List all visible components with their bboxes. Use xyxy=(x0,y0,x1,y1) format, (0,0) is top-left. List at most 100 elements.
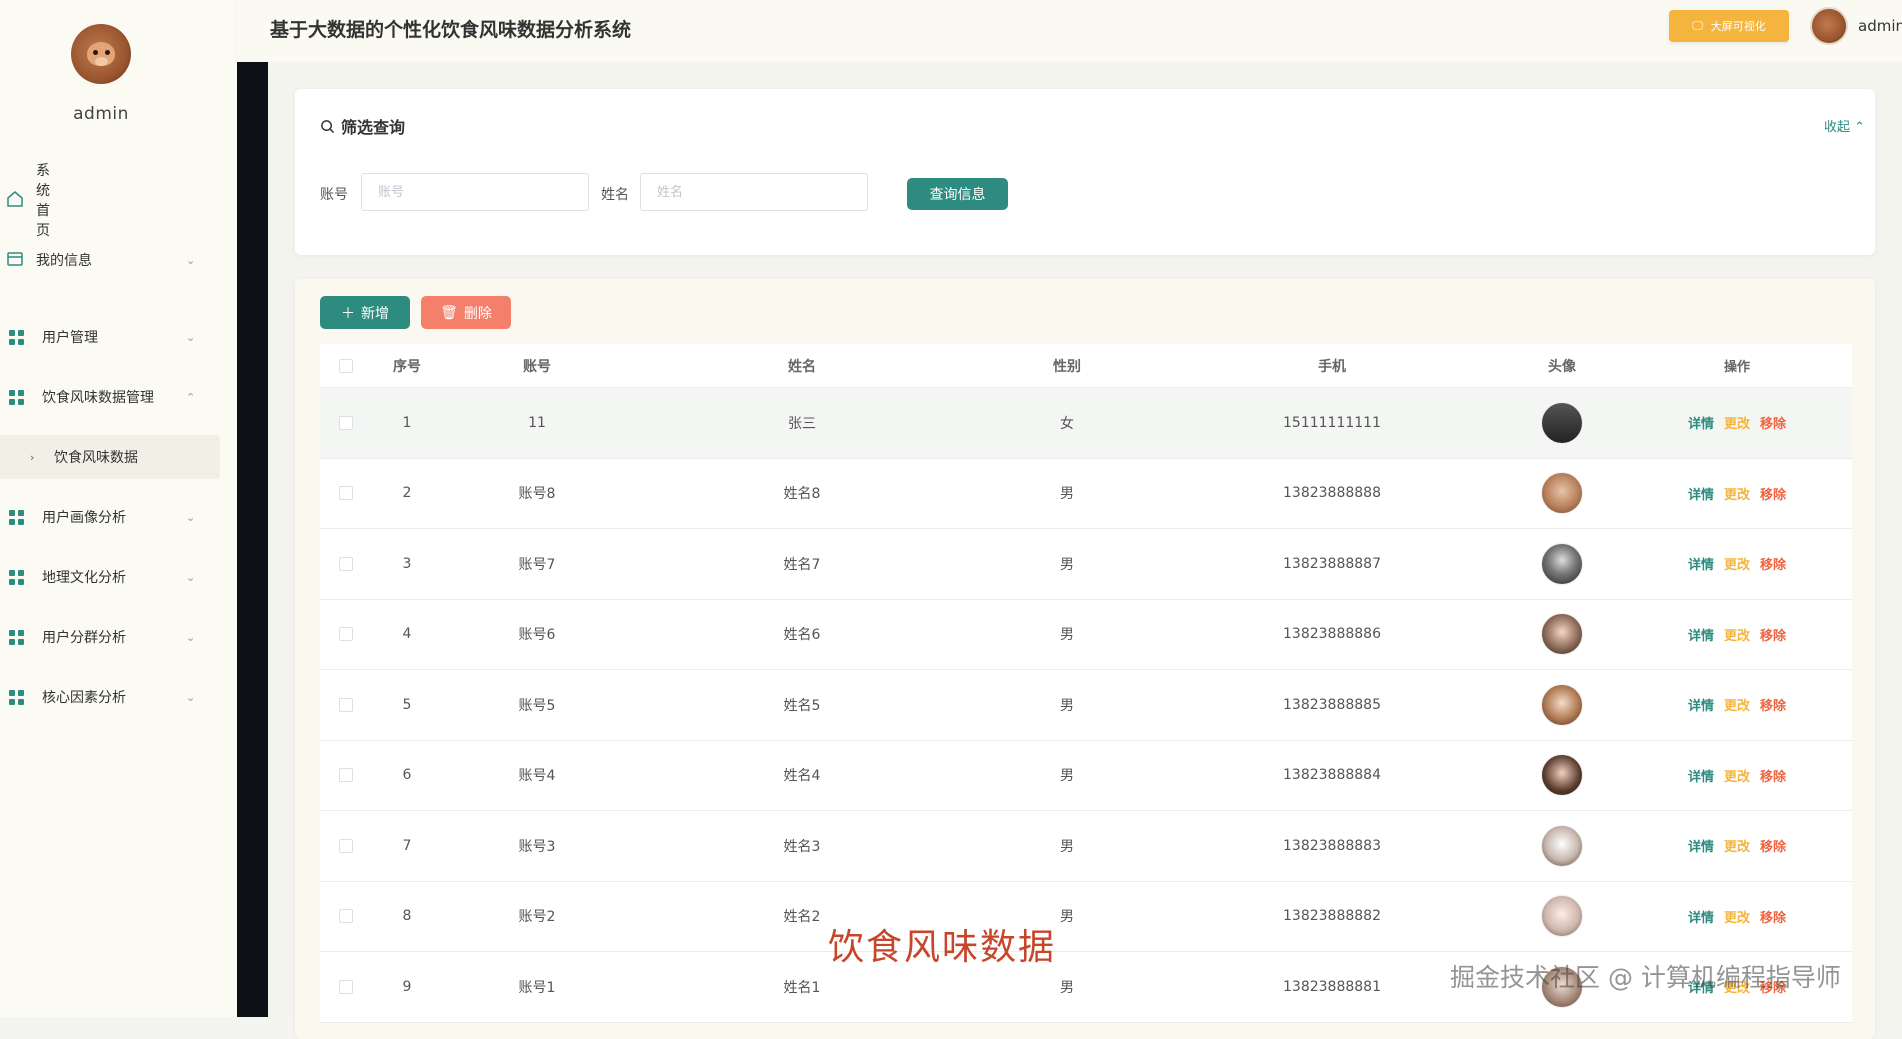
edit-link[interactable]: 更改 xyxy=(1724,766,1750,785)
table-row[interactable]: 8 账号2 姓名2 男 13823888882 详情 更改 移除 xyxy=(320,882,1852,952)
video-caption: 饮食风味数据 xyxy=(828,927,1057,968)
sidebar-item-core-factor-analysis[interactable]: 核心因素分析 ⌄ xyxy=(0,667,237,727)
column-header[interactable]: 头像 xyxy=(1502,344,1622,387)
row-sex: 男 xyxy=(1060,556,1074,573)
row-avatar-cell xyxy=(1502,388,1622,458)
row-avatar-cell xyxy=(1502,529,1622,599)
avatar[interactable] xyxy=(1541,754,1583,797)
avatar[interactable] xyxy=(1541,542,1583,585)
sidebar-item-user-segmentation[interactable]: 用户分群分析 ⌄ xyxy=(0,607,237,667)
row-checkbox[interactable] xyxy=(339,697,353,712)
collapse-toggle[interactable]: 收起 ⌃ xyxy=(1824,116,1865,135)
avatar[interactable] xyxy=(1541,895,1583,938)
main-content: 筛选查询 收起 ⌃ 账号 姓名 查询信息 ＋ 新增 🗑 删除 序号 账号 姓名 … xyxy=(268,62,1902,1039)
sidebar-item-label: 用户画像分析 xyxy=(42,510,126,526)
sidebar-item-my-info[interactable]: 我的信息 ⌄ xyxy=(0,230,237,290)
sidebar-item-geo-culture-analysis[interactable]: 地理文化分析 ⌄ xyxy=(0,547,237,607)
table-row[interactable]: 1 11 张三 女 15111111111 详情 更改 移除 xyxy=(320,388,1852,459)
detail-link[interactable]: 详情 xyxy=(1688,554,1714,573)
table-row[interactable]: 6 账号4 姓名4 男 13823888884 详情 更改 移除 xyxy=(320,741,1852,811)
sidebar-item-label: 用户分群分析 xyxy=(42,630,126,646)
row-phone: 13823888882 xyxy=(1283,908,1381,925)
detail-link[interactable]: 详情 xyxy=(1688,413,1714,432)
column-header[interactable]: 账号 xyxy=(442,344,632,387)
column-header[interactable]: 性别 xyxy=(972,344,1162,387)
row-account: 账号1 xyxy=(518,979,556,996)
row-checkbox[interactable] xyxy=(339,838,353,853)
header-username[interactable]: admin xyxy=(1858,17,1902,35)
table-row[interactable]: 3 账号7 姓名7 男 13823888887 详情 更改 移除 xyxy=(320,529,1852,600)
column-header[interactable]: 序号 xyxy=(372,344,442,387)
delete-button[interactable]: 🗑 删除 xyxy=(421,296,511,329)
row-name: 姓名3 xyxy=(783,838,821,855)
row-checkbox[interactable] xyxy=(339,909,353,924)
remove-link[interactable]: 移除 xyxy=(1760,413,1786,432)
detail-link[interactable]: 详情 xyxy=(1688,766,1714,785)
detail-link[interactable]: 详情 xyxy=(1688,836,1714,855)
search-icon xyxy=(321,119,335,133)
column-header[interactable]: 手机 xyxy=(1162,344,1502,387)
query-button[interactable]: 查询信息 xyxy=(907,178,1008,210)
row-checkbox-cell xyxy=(320,741,372,811)
remove-link[interactable]: 移除 xyxy=(1760,907,1786,926)
row-checkbox[interactable] xyxy=(339,627,353,642)
row-actions: 详情 更改 移除 xyxy=(1622,529,1852,599)
detail-link[interactable]: 详情 xyxy=(1688,484,1714,503)
remove-link[interactable]: 移除 xyxy=(1760,836,1786,855)
avatar[interactable] xyxy=(1810,7,1848,45)
row-checkbox[interactable] xyxy=(339,556,353,571)
detail-link[interactable]: 详情 xyxy=(1688,625,1714,644)
add-button[interactable]: ＋ 新增 xyxy=(320,296,410,329)
detail-link[interactable]: 详情 xyxy=(1688,695,1714,714)
account-input[interactable] xyxy=(361,173,589,211)
table-row[interactable]: 4 账号6 姓名6 男 13823888886 详情 更改 移除 xyxy=(320,600,1852,670)
grid-icon xyxy=(9,389,24,405)
row-checkbox[interactable] xyxy=(339,486,353,501)
edit-link[interactable]: 更改 xyxy=(1724,484,1750,503)
sidebar-item-flavor-data-management[interactable]: 饮食风味数据管理 ⌃ xyxy=(0,367,237,427)
edit-link[interactable]: 更改 xyxy=(1724,413,1750,432)
chevron-down-icon: ⌄ xyxy=(186,570,196,584)
name-input[interactable] xyxy=(640,173,868,211)
column-header[interactable]: 姓名 xyxy=(632,344,972,387)
row-checkbox[interactable] xyxy=(339,415,353,430)
remove-link[interactable]: 移除 xyxy=(1760,766,1786,785)
column-header[interactable]: 操作 xyxy=(1622,344,1852,387)
avatar[interactable] xyxy=(1541,401,1583,444)
row-actions: 详情 更改 移除 xyxy=(1622,670,1852,740)
row-avatar-cell xyxy=(1502,882,1622,952)
remove-link[interactable]: 移除 xyxy=(1760,625,1786,644)
account-label: 账号 xyxy=(320,187,348,203)
monitor-icon: 🖵 xyxy=(1692,19,1703,32)
edit-link[interactable]: 更改 xyxy=(1724,554,1750,573)
chevron-up-icon: ⌃ xyxy=(1854,120,1866,135)
detail-link[interactable]: 详情 xyxy=(1688,907,1714,926)
chevron-down-icon: ⌄ xyxy=(186,330,196,344)
sidebar-avatar xyxy=(71,24,131,84)
big-screen-button[interactable]: 🖵 大屏可视化 xyxy=(1669,10,1789,42)
select-all-checkbox[interactable] xyxy=(339,358,353,373)
table-row[interactable]: 7 账号3 姓名3 男 13823888883 详情 更改 移除 xyxy=(320,811,1852,882)
avatar[interactable] xyxy=(1541,472,1583,515)
edit-link[interactable]: 更改 xyxy=(1724,907,1750,926)
row-checkbox[interactable] xyxy=(339,979,353,994)
row-number: 6 xyxy=(402,767,412,784)
avatar[interactable] xyxy=(1541,613,1583,656)
table-row[interactable]: 2 账号8 姓名8 男 13823888888 详情 更改 移除 xyxy=(320,459,1852,529)
edit-link[interactable]: 更改 xyxy=(1724,695,1750,714)
row-checkbox[interactable] xyxy=(339,768,353,783)
sidebar-subitem-flavor-data[interactable]: › 饮食风味数据 xyxy=(0,435,220,479)
sidebar-item-user-management[interactable]: 用户管理 ⌄ xyxy=(0,307,237,367)
remove-link[interactable]: 移除 xyxy=(1760,695,1786,714)
avatar[interactable] xyxy=(1541,824,1583,867)
edit-link[interactable]: 更改 xyxy=(1724,625,1750,644)
edit-link[interactable]: 更改 xyxy=(1724,836,1750,855)
row-number: 2 xyxy=(402,485,412,502)
avatar[interactable] xyxy=(1541,683,1583,726)
remove-link[interactable]: 移除 xyxy=(1760,554,1786,573)
collapse-label: 收起 xyxy=(1824,120,1851,135)
row-phone: 13823888887 xyxy=(1283,555,1381,572)
sidebar-item-user-profile-analysis[interactable]: 用户画像分析 ⌄ xyxy=(0,487,237,547)
remove-link[interactable]: 移除 xyxy=(1760,484,1786,503)
table-row[interactable]: 5 账号5 姓名5 男 13823888885 详情 更改 移除 xyxy=(320,670,1852,741)
